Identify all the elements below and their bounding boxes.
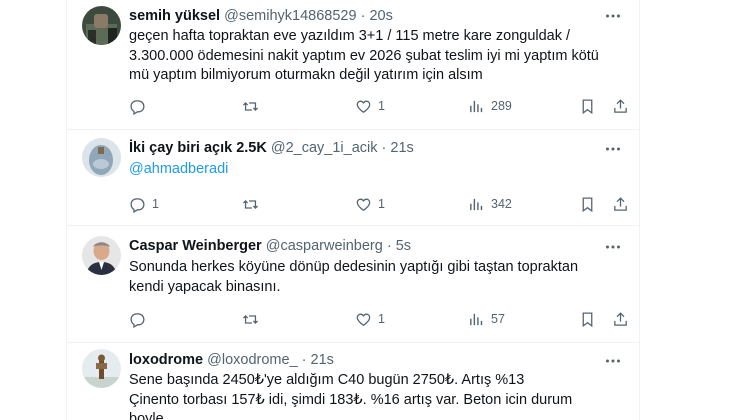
retweet-icon [242,196,259,213]
tweet-header: Caspar Weinberger @casparweinberg · 5s [129,237,599,255]
like-button[interactable]: 1 [355,96,385,116]
tweet-caspar[interactable]: Caspar Weinberger @casparweinberg · 5s S… [67,226,639,343]
share-button[interactable] [612,96,629,116]
mention-link[interactable]: @ahmadberadi [129,160,617,180]
bookmark-icon [579,196,596,213]
like-button[interactable]: 1 [355,194,385,214]
display-name[interactable]: loxodrome [129,352,203,368]
tweet-text-line: kendi yapacak binasını. [129,278,281,295]
more-icon[interactable] [605,8,621,24]
like-button[interactable]: 1 [355,309,385,329]
avatar[interactable] [82,349,121,388]
reply-icon [129,196,146,213]
retweet-icon [242,98,259,115]
separator-dot: · [386,238,392,254]
views-button[interactable]: 57 [468,309,505,329]
reply-button[interactable]: 1 [129,194,159,214]
like-count: 1 [378,197,385,211]
tweet-header: loxodrome @loxodrome_ · 21s [129,351,599,369]
tweet-text-line: geçen hafta topraktan eve yazıldım 3+1 /… [129,28,571,44]
avatar[interactable] [82,138,121,177]
tweet-text-line: Çinento torbası 157₺ idi, şimdi 183₺. %1… [129,391,573,420]
tweet-semih[interactable]: semih yüksel @semihyk14868529 · 20s geçe… [67,0,639,130]
separator-dot: · [360,8,366,24]
tweet-actions: 1 57 [129,309,627,329]
timestamp[interactable]: 21s [390,140,413,156]
tweet-text: geçen hafta topraktan eve yazıldım 3+1 /… [129,27,617,86]
bookmark-icon [579,98,596,115]
user-handle[interactable]: @loxodrome_ [207,352,297,368]
share-button[interactable] [612,309,629,329]
like-count: 1 [378,99,385,113]
tweet-text-line: mü yaptım bilmiyorum oturmakn değil yatı… [129,67,483,83]
views-button[interactable]: 342 [468,194,512,214]
timeline-feed: semih yüksel @semihyk14868529 · 20s geçe… [66,0,640,420]
timestamp[interactable]: 5s [396,238,411,254]
reply-icon [129,311,146,328]
retweet-button[interactable] [242,194,265,214]
user-handle[interactable]: @casparweinberg [266,238,383,254]
like-icon [355,98,372,115]
like-count: 1 [378,312,385,326]
tweet-text: Sonunda herkes köyüne dönüp dedesinin ya… [129,258,617,297]
bookmark-button[interactable] [579,96,596,116]
display-name[interactable]: Caspar Weinberger [129,238,262,254]
retweet-button[interactable] [242,309,265,329]
reply-count: 1 [152,197,159,211]
more-icon[interactable] [605,141,621,157]
tweet-header: semih yüksel @semihyk14868529 · 20s [129,7,599,25]
tweet-text-line: Sonunda herkes köyüne dönüp dedesinin ya… [129,259,579,275]
tweet-text-line: 3.300.000 ödemesini nakit yaptım ev 2026… [129,47,599,64]
tweet-actions: 1 289 [129,96,627,116]
retweet-button[interactable] [242,96,265,116]
user-handle[interactable]: @2_cay_1i_acik [271,140,378,156]
tweet-header: İki çay biri açık 2.5K @2_cay_1i_acik · … [129,139,599,157]
avatar[interactable] [82,6,121,45]
views-count: 342 [491,197,512,211]
bookmark-button[interactable] [579,309,596,329]
more-icon[interactable] [605,353,621,369]
views-button[interactable]: 289 [468,96,512,116]
tweet-text: @ahmadberadi [129,160,617,180]
views-icon [468,98,485,115]
like-icon [355,196,372,213]
separator-dot: · [381,140,387,156]
separator-dot: · [301,352,307,368]
tweet-text: Sene başında 2450₺'ye aldığım C40 bugün … [129,371,617,420]
views-count: 289 [491,99,512,113]
views-count: 57 [491,312,505,326]
display-name[interactable]: semih yüksel [129,8,220,24]
tweet-text-line: Sene başında 2450₺'ye aldığım C40 bugün … [129,372,525,388]
share-icon [612,311,629,328]
share-button[interactable] [612,194,629,214]
views-icon [468,311,485,328]
share-icon [612,98,629,115]
tweet-iki-cay[interactable]: İki çay biri açık 2.5K @2_cay_1i_acik · … [67,130,639,226]
timestamp[interactable]: 20s [369,8,392,24]
reply-icon [129,98,146,115]
reply-button[interactable] [129,309,152,329]
bookmark-icon [579,311,596,328]
timestamp[interactable]: 21s [311,352,334,368]
share-icon [612,196,629,213]
avatar[interactable] [82,236,121,275]
retweet-icon [242,311,259,328]
bookmark-button[interactable] [579,194,596,214]
display-name[interactable]: İki çay biri açık 2.5K [129,140,267,156]
user-handle[interactable]: @semihyk14868529 [224,8,356,24]
like-icon [355,311,372,328]
tweet-actions: 1 1 342 [129,194,627,214]
reply-button[interactable] [129,96,152,116]
views-icon [468,196,485,213]
more-icon[interactable] [605,239,621,255]
tweet-loxodrome[interactable]: loxodrome @loxodrome_ · 21s Sene başında… [67,343,639,420]
